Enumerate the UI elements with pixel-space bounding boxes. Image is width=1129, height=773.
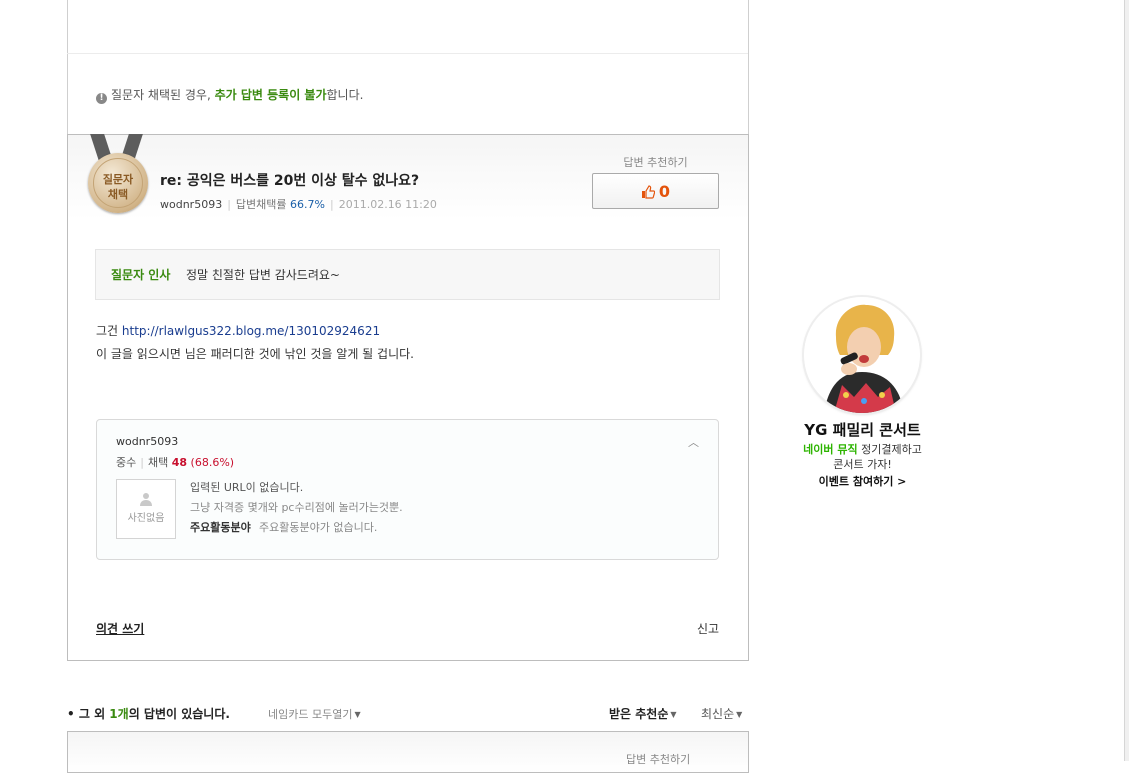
- greeting-text: 정말 친절한 답변 감사드려요~: [186, 268, 340, 282]
- blog-link[interactable]: http://rlawlgus322.blog.me/130102924621: [122, 324, 380, 338]
- answer-body-line2: 이 글을 읽으시면 님은 패러디한 것에 낚인 것을 알게 될 겁니다.: [96, 347, 414, 361]
- others-prefix: 그 외: [78, 707, 110, 721]
- namecard-url: 입력된 URL이 없습니다.: [190, 481, 304, 494]
- adopt-rate-value: 66.7%: [290, 198, 325, 211]
- recommend-count: 0: [658, 181, 671, 201]
- no-photo-text: 사진없음: [127, 513, 165, 524]
- ad-title[interactable]: YG 패밀리 콘서트: [790, 419, 935, 440]
- recommend-button[interactable]: 0: [592, 173, 719, 209]
- report-link[interactable]: 신고: [697, 620, 719, 637]
- singer-photo: [804, 297, 920, 413]
- caret-down-icon: ▼: [670, 710, 677, 719]
- adopt-count: 48: [171, 456, 188, 469]
- namecard-all-label: 네임카드 모두열기: [268, 708, 353, 721]
- collapse-chevron-icon[interactable]: ︿: [688, 434, 699, 450]
- body-prefix: 그건: [96, 324, 122, 338]
- caret-down-icon: ▼: [354, 710, 361, 719]
- ad-subtitle-2: 콘서트 가자!: [833, 458, 892, 471]
- ad-banner-image[interactable]: [804, 297, 920, 413]
- other-answers-count: • 그 외 1개의 답변이 있습니다.: [67, 705, 230, 722]
- divider: [67, 53, 748, 54]
- info-icon: !: [96, 93, 107, 104]
- question-panel: [67, 0, 749, 134]
- namecard-description: 그냥 자격증 몇개와 pc수리점에 놀러가는것뿐.: [190, 501, 403, 514]
- write-comment-link[interactable]: 의견 쓰기: [96, 620, 144, 637]
- person-icon: [140, 493, 152, 506]
- others-suffix: 의 답변이 있습니다.: [128, 707, 230, 721]
- adoption-notice: ! 질문자 채택된 경우, 추가 답변 등록이 불가합니다.: [96, 86, 363, 104]
- adopt-rate-label: 답변채택률: [235, 198, 287, 211]
- meta-separator: |: [227, 198, 231, 211]
- medal-text-line1: 질문자: [102, 173, 134, 186]
- medal-text-line2: 채택: [107, 188, 129, 201]
- notice-highlight: 추가 답변 등록이 불가: [214, 88, 327, 102]
- sort-latest-label: 최신순: [701, 707, 735, 721]
- ad-subtitle-rest: 정기결제하고: [857, 443, 922, 456]
- bullet: •: [67, 707, 75, 721]
- answer-title: re: 공익은 버스를 20번 이상 탈수 없나요?: [160, 173, 420, 189]
- caret-down-icon: ▼: [736, 710, 743, 719]
- activity-value: 주요활동분야가 없습니다.: [259, 521, 378, 534]
- notice-prefix: 질문자 채택된 경우,: [111, 88, 215, 102]
- thumbs-up-icon: [641, 184, 655, 199]
- sort-by-recommend[interactable]: 받은 추천순 ▼: [609, 705, 677, 722]
- naver-music-label: 네이버 뮤직: [803, 443, 858, 456]
- open-all-namecards-button[interactable]: 네임카드 모두열기 ▼: [268, 706, 361, 722]
- sort-recommend-label: 받은 추천순: [609, 707, 669, 721]
- sort-by-latest[interactable]: 최신순 ▼: [701, 705, 742, 722]
- answer-body-line1: 그건 http://rlawlgus322.blog.me/1301029246…: [96, 322, 380, 339]
- adopt-label: 채택: [147, 456, 169, 469]
- ad-event-link[interactable]: 이벤트 참여하기 >: [790, 473, 935, 489]
- adopt-percent: (68.6%): [190, 456, 235, 469]
- greeting-label: 질문자 인사: [111, 268, 171, 282]
- next-recommend-label: 답변 추천하기: [626, 753, 691, 766]
- activity-label: 주요활동분야: [190, 521, 251, 534]
- ad-subtitle: 네이버 뮤직 정기결제하고: [790, 441, 935, 457]
- answer-date: 2011.02.16 11:20: [338, 198, 437, 211]
- recommend-label: 답변 추천하기: [623, 156, 688, 169]
- others-count: 1개: [109, 707, 129, 721]
- scrollbar-edge: [1124, 0, 1125, 761]
- author-link[interactable]: wodnr5093: [160, 198, 222, 211]
- namecard-user[interactable]: wodnr5093: [116, 435, 178, 448]
- grade-label: 중수: [116, 456, 137, 469]
- scrollbar-track[interactable]: [1125, 0, 1129, 761]
- answer-meta: wodnr5093 | 답변채택률 66.7% | 2011.02.16 11:20: [160, 196, 437, 212]
- meta-separator: |: [329, 198, 334, 211]
- stats-separator: |: [140, 456, 144, 469]
- namecard-stats: 중수 | 채택 48 (68.6%): [116, 454, 234, 470]
- notice-suffix: 합니다.: [326, 88, 364, 102]
